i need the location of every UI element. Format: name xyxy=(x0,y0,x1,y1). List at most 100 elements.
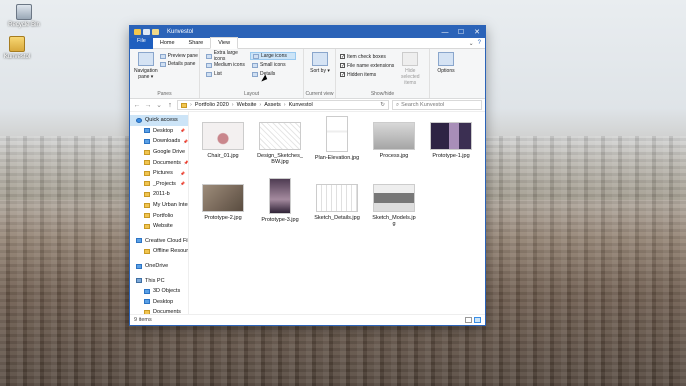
sidebar-item-this-pc[interactable]: This PC xyxy=(130,275,188,286)
file-item[interactable]: Sketch_Models.jpg xyxy=(366,182,422,244)
folder-icon xyxy=(144,248,150,254)
computer-icon xyxy=(136,278,142,284)
large-icons-view-toggle[interactable] xyxy=(474,316,481,323)
group-label-panes: Panes xyxy=(157,91,172,97)
chevron-down-icon[interactable]: ⌄ xyxy=(469,40,474,47)
refresh-button[interactable]: ↻ xyxy=(380,102,385,108)
sidebar-item-my-urban-interio[interactable]: My Urban Interio xyxy=(130,200,188,211)
options-button[interactable]: Options xyxy=(434,52,458,74)
sidebar-item-label: This PC xyxy=(145,277,165,284)
sort-by-label: Sort by ▾ xyxy=(310,68,330,74)
sidebar-item-label: Creative Cloud Fil xyxy=(145,237,189,244)
sidebar-item-pictures[interactable]: Pictures 📌 xyxy=(130,168,188,179)
help-icon[interactable]: ? xyxy=(478,40,481,47)
tab-view[interactable]: View xyxy=(210,37,239,49)
sidebar-item-website[interactable]: Website xyxy=(130,221,188,232)
file-explorer-window: Kunvestol — ☐ ✕ File Home Share View ⌄ ?… xyxy=(129,25,486,326)
sidebar-item-creative-cloud-fil[interactable]: Creative Cloud Fil xyxy=(130,236,188,247)
file-thumbnail xyxy=(373,184,415,212)
tab-share[interactable]: Share xyxy=(182,38,211,49)
title-bar[interactable]: Kunvestol — ☐ ✕ xyxy=(130,26,485,38)
file-item[interactable]: Chair_01.jpg xyxy=(195,120,251,182)
layout-medium-icons[interactable]: Medium icons xyxy=(204,61,250,69)
sidebar-item-documents[interactable]: Documents 📌 xyxy=(130,157,188,168)
sidebar-item-google-drive[interactable]: Google Drive📌 xyxy=(130,147,188,158)
navigation-pane[interactable]: Quick access Desktop 📌 Downloads 📌 Google Dri… xyxy=(130,112,189,314)
sidebar-item-3d-objects[interactable]: 3D Objects xyxy=(130,286,188,297)
sidebar-item-onedrive[interactable]: OneDrive xyxy=(130,261,188,272)
item-checkboxes-toggle[interactable]: ✓ Item check boxes xyxy=(340,52,394,61)
sidebar-item-downloads[interactable]: Downloads 📌 xyxy=(130,136,188,147)
details-pane-button[interactable]: Details pane xyxy=(159,60,198,68)
breadcrumb-item[interactable]: Website xyxy=(237,102,257,108)
breadcrumb-separator: › xyxy=(283,102,286,108)
file-thumbnail xyxy=(316,184,358,212)
breadcrumb-item[interactable]: Kunvestol xyxy=(289,102,313,108)
folder-icon xyxy=(144,170,150,176)
search-input[interactable]: ⌕ Search Kunvestol xyxy=(392,100,482,110)
preview-pane-button[interactable]: Preview pane xyxy=(159,52,198,60)
pin-icon[interactable]: 📌 xyxy=(180,171,185,176)
breadcrumb-item[interactable]: Assets xyxy=(264,102,281,108)
recent-locations-button[interactable]: ⌄ xyxy=(155,101,163,109)
layout-details[interactable]: Details xyxy=(250,70,296,78)
up-button[interactable]: ↑ xyxy=(166,102,174,109)
navigation-pane-button[interactable]: Navigation pane ▾ xyxy=(134,52,158,80)
layout-large-icons[interactable]: Large icons xyxy=(250,52,296,60)
maximize-button[interactable]: ☐ xyxy=(453,26,469,38)
minimize-button[interactable]: — xyxy=(437,26,453,38)
layout-option-label: List xyxy=(214,71,222,77)
file-name-extensions-toggle[interactable]: ✓ File name extensions xyxy=(340,61,394,70)
tab-home[interactable]: Home xyxy=(153,38,182,49)
close-button[interactable]: ✕ xyxy=(469,26,485,38)
desktop-folder-kunvestol[interactable]: Kunvestol xyxy=(0,36,37,60)
breadcrumb[interactable]: › Portfolio 2020 › Website › Assets › Ku… xyxy=(177,100,389,110)
forward-button[interactable]: → xyxy=(144,102,152,109)
file-item[interactable]: Prototype-3.jpg xyxy=(252,178,308,244)
sidebar-item-2011-b[interactable]: 2011-b xyxy=(130,189,188,200)
folder-icon xyxy=(144,309,150,314)
pin-icon[interactable]: 📌 xyxy=(180,181,185,186)
sidebar-item-label: 2011-b xyxy=(153,191,170,198)
folder-icon xyxy=(144,299,150,305)
desktop-recycle-bin[interactable]: Recycle Bin xyxy=(4,4,44,28)
file-item[interactable]: Process.jpg xyxy=(366,120,422,182)
properties-icon[interactable] xyxy=(143,29,150,35)
sidebar-item-desktop[interactable]: Desktop 📌 xyxy=(130,126,188,137)
sidebar-item-portfolio[interactable]: Portfolio xyxy=(130,210,188,221)
layout-small-icons[interactable]: Small icons xyxy=(250,61,296,69)
checkbox-checked-icon: ✓ xyxy=(340,63,346,69)
pin-icon[interactable]: 📌 xyxy=(180,128,185,133)
group-label-layout: Layout xyxy=(243,91,259,97)
file-item[interactable]: Sketch_Details.jpg xyxy=(309,182,365,244)
file-item[interactable]: Prototype-1.jpg xyxy=(423,120,479,182)
hidden-items-toggle[interactable]: ✓ Hidden items xyxy=(340,70,394,79)
checkbox-label: Item check boxes xyxy=(347,53,386,60)
explorer-body: Quick access Desktop 📌 Downloads 📌 Google Dri… xyxy=(130,112,485,314)
details-view-toggle[interactable] xyxy=(465,316,472,323)
details-pane-icon xyxy=(159,61,166,67)
back-button[interactable]: ← xyxy=(133,102,141,109)
layout-extra-large-icons[interactable]: Extra large icons xyxy=(204,50,250,62)
file-item[interactable]: Plan-Elevation.jpg xyxy=(309,116,365,182)
pin-icon[interactable]: 📌 xyxy=(183,139,188,144)
sort-by-button[interactable]: Sort by ▾ xyxy=(308,52,332,74)
sidebar-item-quick-access[interactable]: Quick access xyxy=(130,115,188,126)
recycle-bin-icon xyxy=(16,4,32,20)
file-item[interactable]: Prototype-2.jpg xyxy=(195,182,251,244)
breadcrumb-separator: › xyxy=(190,102,192,108)
sidebar-item-label: Google Drive xyxy=(153,149,186,156)
new-folder-icon[interactable] xyxy=(152,29,159,35)
sidebar-item-desktop[interactable]: Desktop xyxy=(130,297,188,308)
layout-option-label: Medium icons xyxy=(214,62,245,68)
file-name: Prototype-1.jpg xyxy=(432,153,470,159)
sidebar-item-offline-resource[interactable]: Offline Resource xyxy=(130,246,188,257)
file-item[interactable]: Design_Sketches_BW.jpg xyxy=(252,120,308,182)
breadcrumb-item[interactable]: Portfolio 2020 xyxy=(195,102,229,108)
sidebar-item--projects[interactable]: _Projects 📌 xyxy=(130,179,188,190)
tab-file[interactable]: File xyxy=(130,37,153,49)
file-grid: Chair_01.jpg Design_Sketches_BW.jpg Plan-E… xyxy=(189,112,485,314)
layout-list[interactable]: List xyxy=(204,70,250,78)
sidebar-item-documents[interactable]: Documents xyxy=(130,307,188,314)
hide-selected-items-button[interactable]: Hide selected items xyxy=(398,52,422,86)
